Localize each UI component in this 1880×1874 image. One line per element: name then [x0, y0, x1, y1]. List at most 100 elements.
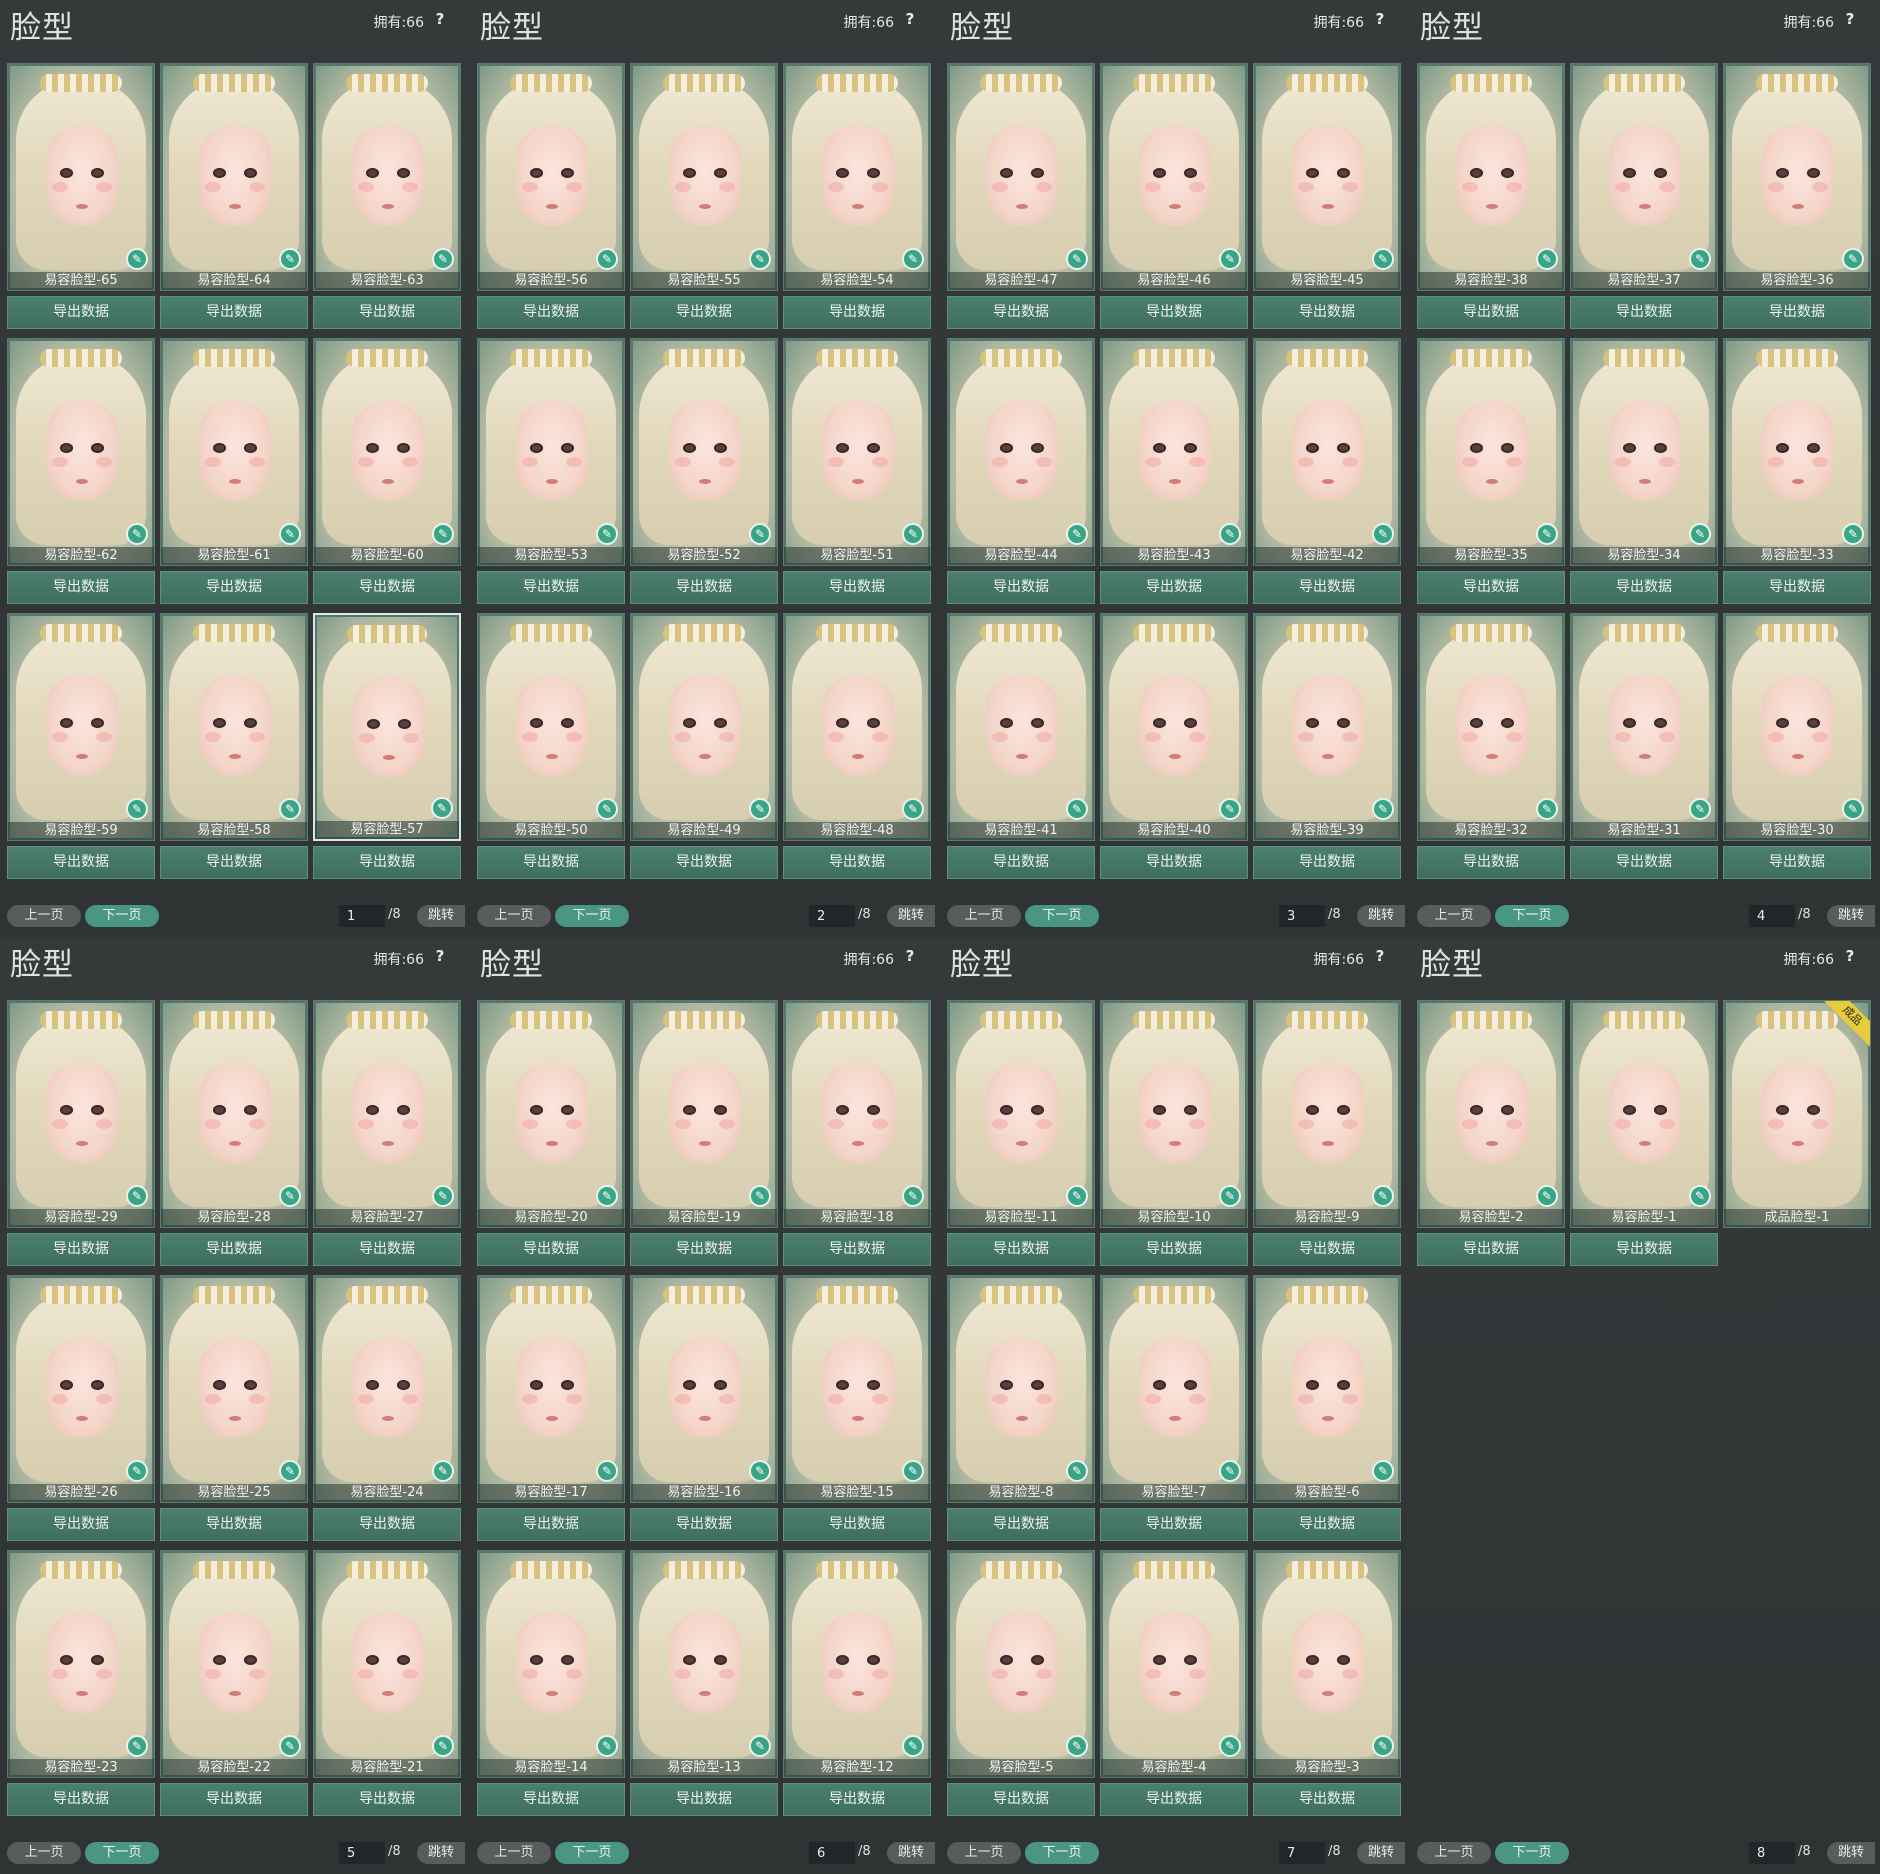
face-card[interactable]: ✎ 易容脸型-19	[630, 1000, 778, 1228]
export-data-button[interactable]: 导出数据	[7, 1783, 155, 1816]
export-data-button[interactable]: 导出数据	[630, 1783, 778, 1816]
brush-edit-icon[interactable]: ✎	[126, 523, 148, 545]
brush-edit-icon[interactable]: ✎	[1842, 523, 1864, 545]
brush-edit-icon[interactable]: ✎	[1066, 248, 1088, 270]
jump-button[interactable]: 跳转	[1827, 1842, 1875, 1864]
help-icon[interactable]: ?	[900, 946, 920, 966]
brush-edit-icon[interactable]: ✎	[279, 1735, 301, 1757]
face-card[interactable]: ✎ 易容脸型-64	[160, 63, 308, 291]
face-card[interactable]: ✎ 易容脸型-34	[1570, 338, 1718, 566]
export-data-button[interactable]: 导出数据	[783, 571, 931, 604]
brush-edit-icon[interactable]: ✎	[902, 1185, 924, 1207]
brush-edit-icon[interactable]: ✎	[126, 798, 148, 820]
export-data-button[interactable]: 导出数据	[160, 1783, 308, 1816]
face-card[interactable]: ✎ 易容脸型-47	[947, 63, 1095, 291]
face-card[interactable]: ✎ 易容脸型-11	[947, 1000, 1095, 1228]
export-data-button[interactable]: 导出数据	[947, 296, 1095, 329]
export-data-button[interactable]: 导出数据	[477, 296, 625, 329]
brush-edit-icon[interactable]: ✎	[1536, 1185, 1558, 1207]
brush-edit-icon[interactable]: ✎	[432, 523, 454, 545]
face-card[interactable]: ✎ 易容脸型-29	[7, 1000, 155, 1228]
export-data-button[interactable]: 导出数据	[1723, 846, 1871, 879]
brush-edit-icon[interactable]: ✎	[431, 797, 453, 819]
export-data-button[interactable]: 导出数据	[1253, 296, 1401, 329]
face-card[interactable]: ✎ 易容脸型-56	[477, 63, 625, 291]
export-data-button[interactable]: 导出数据	[7, 846, 155, 879]
jump-button[interactable]: 跳转	[417, 1842, 465, 1864]
brush-edit-icon[interactable]: ✎	[279, 523, 301, 545]
face-card[interactable]: ✎ 易容脸型-1	[1570, 1000, 1718, 1228]
face-card[interactable]: ✎ 易容脸型-35	[1417, 338, 1565, 566]
export-data-button[interactable]: 导出数据	[630, 846, 778, 879]
help-icon[interactable]: ?	[1370, 9, 1390, 29]
next-page-button[interactable]: 下一页	[1025, 905, 1099, 927]
next-page-button[interactable]: 下一页	[85, 1842, 159, 1864]
jump-button[interactable]: 跳转	[417, 905, 465, 927]
export-data-button[interactable]: 导出数据	[783, 1783, 931, 1816]
face-card[interactable]: ✎ 易容脸型-48	[783, 613, 931, 841]
face-card[interactable]: ✎ 易容脸型-43	[1100, 338, 1248, 566]
export-data-button[interactable]: 导出数据	[1417, 846, 1565, 879]
export-data-button[interactable]: 导出数据	[477, 1233, 625, 1266]
export-data-button[interactable]: 导出数据	[1570, 1233, 1718, 1266]
export-data-button[interactable]: 导出数据	[1253, 571, 1401, 604]
face-card[interactable]: ✎ 易容脸型-23	[7, 1550, 155, 1778]
face-card[interactable]: ✎ 易容脸型-2	[1417, 1000, 1565, 1228]
brush-edit-icon[interactable]: ✎	[279, 248, 301, 270]
page-number-input[interactable]	[1749, 1842, 1795, 1864]
face-card[interactable]: ✎ 易容脸型-55	[630, 63, 778, 291]
prev-page-button[interactable]: 上一页	[1417, 1842, 1491, 1864]
help-icon[interactable]: ?	[1840, 9, 1860, 29]
help-icon[interactable]: ?	[1370, 946, 1390, 966]
brush-edit-icon[interactable]: ✎	[1219, 1185, 1241, 1207]
brush-edit-icon[interactable]: ✎	[902, 798, 924, 820]
face-card[interactable]: ✎ 易容脸型-42	[1253, 338, 1401, 566]
prev-page-button[interactable]: 上一页	[7, 1842, 81, 1864]
brush-edit-icon[interactable]: ✎	[1372, 248, 1394, 270]
face-card[interactable]: ✎ 易容脸型-45	[1253, 63, 1401, 291]
brush-edit-icon[interactable]: ✎	[749, 1185, 771, 1207]
brush-edit-icon[interactable]: ✎	[749, 248, 771, 270]
export-data-button[interactable]: 导出数据	[630, 571, 778, 604]
export-data-button[interactable]: 导出数据	[1100, 571, 1248, 604]
face-card[interactable]: ✎ 易容脸型-27	[313, 1000, 461, 1228]
face-card[interactable]: ✎ 易容脸型-31	[1570, 613, 1718, 841]
brush-edit-icon[interactable]: ✎	[1372, 523, 1394, 545]
help-icon[interactable]: ?	[1840, 946, 1860, 966]
next-page-button[interactable]: 下一页	[555, 1842, 629, 1864]
brush-edit-icon[interactable]: ✎	[902, 248, 924, 270]
face-card[interactable]: ✎ 易容脸型-18	[783, 1000, 931, 1228]
brush-edit-icon[interactable]: ✎	[1689, 798, 1711, 820]
face-card[interactable]: ✎ 易容脸型-53	[477, 338, 625, 566]
brush-edit-icon[interactable]: ✎	[749, 1460, 771, 1482]
export-data-button[interactable]: 导出数据	[1100, 846, 1248, 879]
brush-edit-icon[interactable]: ✎	[1372, 798, 1394, 820]
export-data-button[interactable]: 导出数据	[1100, 1508, 1248, 1541]
brush-edit-icon[interactable]: ✎	[126, 1185, 148, 1207]
brush-edit-icon[interactable]: ✎	[126, 1735, 148, 1757]
prev-page-button[interactable]: 上一页	[7, 905, 81, 927]
export-data-button[interactable]: 导出数据	[783, 1233, 931, 1266]
face-card[interactable]: ✎ 易容脸型-33	[1723, 338, 1871, 566]
export-data-button[interactable]: 导出数据	[1417, 296, 1565, 329]
export-data-button[interactable]: 导出数据	[7, 296, 155, 329]
page-number-input[interactable]	[339, 905, 385, 927]
brush-edit-icon[interactable]: ✎	[902, 1460, 924, 1482]
brush-edit-icon[interactable]: ✎	[1372, 1460, 1394, 1482]
jump-button[interactable]: 跳转	[1357, 1842, 1405, 1864]
brush-edit-icon[interactable]: ✎	[596, 1460, 618, 1482]
brush-edit-icon[interactable]: ✎	[126, 248, 148, 270]
jump-button[interactable]: 跳转	[887, 1842, 935, 1864]
face-card[interactable]: ✎ 易容脸型-26	[7, 1275, 155, 1503]
face-card[interactable]: ✎ 易容脸型-37	[1570, 63, 1718, 291]
face-card[interactable]: ✎ 易容脸型-39	[1253, 613, 1401, 841]
export-data-button[interactable]: 导出数据	[783, 1508, 931, 1541]
face-card[interactable]: ✎ 易容脸型-3	[1253, 1550, 1401, 1778]
brush-edit-icon[interactable]: ✎	[432, 1735, 454, 1757]
export-data-button[interactable]: 导出数据	[160, 1508, 308, 1541]
face-card[interactable]: ✎ 易容脸型-30	[1723, 613, 1871, 841]
export-data-button[interactable]: 导出数据	[1100, 1233, 1248, 1266]
brush-edit-icon[interactable]: ✎	[1689, 1185, 1711, 1207]
export-data-button[interactable]: 导出数据	[1253, 1233, 1401, 1266]
prev-page-button[interactable]: 上一页	[1417, 905, 1491, 927]
